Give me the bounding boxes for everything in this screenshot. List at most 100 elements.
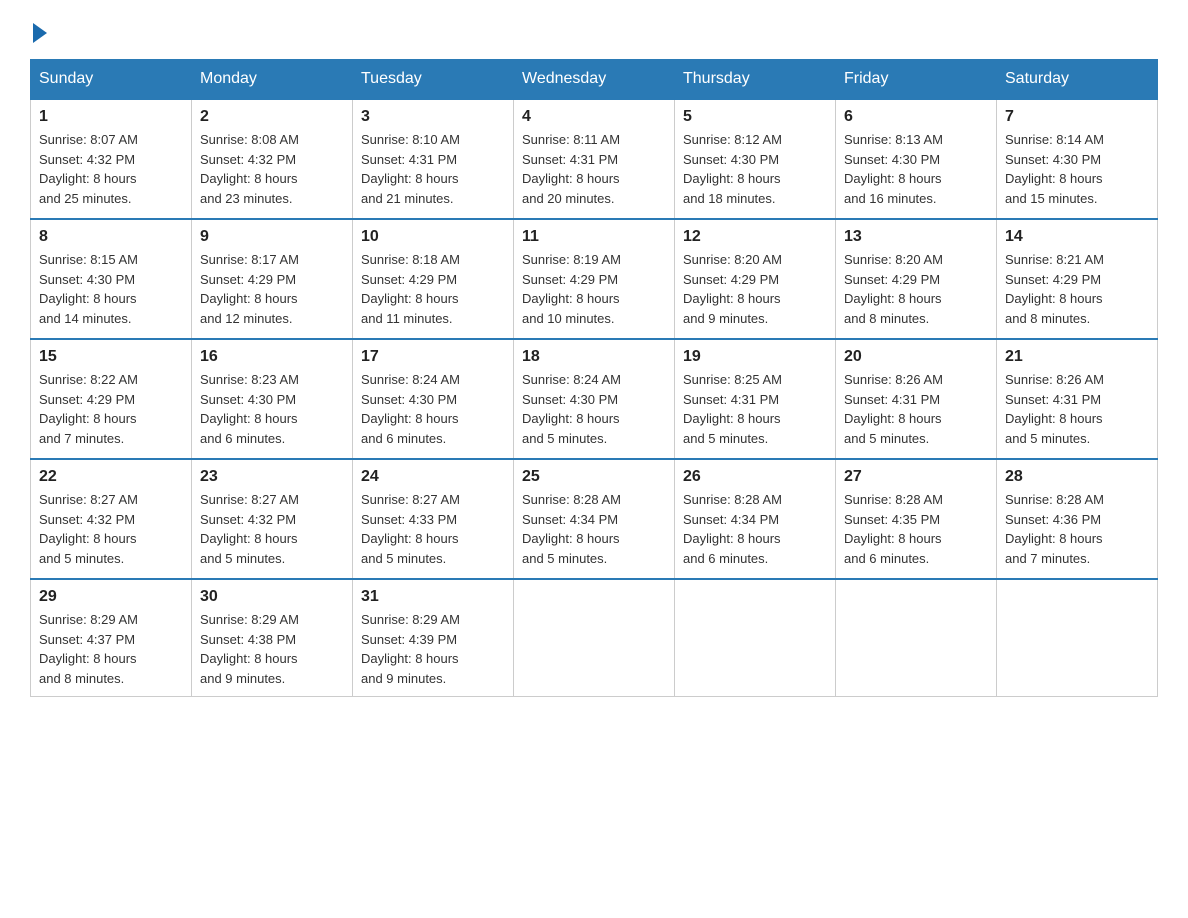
day-detail: Sunrise: 8:24 AM Sunset: 4:30 PM Dayligh… [361,370,505,448]
day-number: 17 [361,348,505,366]
day-number: 22 [39,468,183,486]
day-detail: Sunrise: 8:21 AM Sunset: 4:29 PM Dayligh… [1005,250,1149,328]
day-cell: 18 Sunrise: 8:24 AM Sunset: 4:30 PM Dayli… [514,339,675,459]
day-number: 15 [39,348,183,366]
day-detail: Sunrise: 8:14 AM Sunset: 4:30 PM Dayligh… [1005,130,1149,208]
day-detail: Sunrise: 8:29 AM Sunset: 4:38 PM Dayligh… [200,610,344,688]
day-cell: 21 Sunrise: 8:26 AM Sunset: 4:31 PM Dayli… [997,339,1158,459]
day-number: 1 [39,108,183,126]
day-detail: Sunrise: 8:12 AM Sunset: 4:30 PM Dayligh… [683,130,827,208]
day-number: 30 [200,588,344,606]
day-number: 9 [200,228,344,246]
day-detail: Sunrise: 8:29 AM Sunset: 4:37 PM Dayligh… [39,610,183,688]
day-detail: Sunrise: 8:26 AM Sunset: 4:31 PM Dayligh… [844,370,988,448]
week-row-1: 1 Sunrise: 8:07 AM Sunset: 4:32 PM Daylig… [31,99,1158,219]
header-saturday: Saturday [997,60,1158,100]
day-cell: 16 Sunrise: 8:23 AM Sunset: 4:30 PM Dayli… [192,339,353,459]
header-friday: Friday [836,60,997,100]
day-cell: 19Sunrise: 8:25 AM Sunset: 4:31 PM Dayli… [675,339,836,459]
header-tuesday: Tuesday [353,60,514,100]
day-cell: 28 Sunrise: 8:28 AM Sunset: 4:36 PM Dayli… [997,459,1158,579]
day-number: 31 [361,588,505,606]
day-cell: 17 Sunrise: 8:24 AM Sunset: 4:30 PM Dayli… [353,339,514,459]
day-cell: 5Sunrise: 8:12 AM Sunset: 4:30 PM Daylig… [675,99,836,219]
day-cell: 27Sunrise: 8:28 AM Sunset: 4:35 PM Dayli… [836,459,997,579]
day-cell: 25 Sunrise: 8:28 AM Sunset: 4:34 PM Dayli… [514,459,675,579]
day-number: 4 [522,108,666,126]
day-detail: Sunrise: 8:13 AM Sunset: 4:30 PM Dayligh… [844,130,988,208]
week-row-3: 15 Sunrise: 8:22 AM Sunset: 4:29 PM Dayli… [31,339,1158,459]
day-cell [997,579,1158,697]
day-cell: 29 Sunrise: 8:29 AM Sunset: 4:37 PM Dayli… [31,579,192,697]
day-detail: Sunrise: 8:28 AM Sunset: 4:36 PM Dayligh… [1005,490,1149,568]
day-cell: 4 Sunrise: 8:11 AM Sunset: 4:31 PM Daylig… [514,99,675,219]
day-cell: 2 Sunrise: 8:08 AM Sunset: 4:32 PM Daylig… [192,99,353,219]
day-number: 27 [844,468,988,486]
week-row-4: 22 Sunrise: 8:27 AM Sunset: 4:32 PM Dayli… [31,459,1158,579]
day-detail: Sunrise: 8:22 AM Sunset: 4:29 PM Dayligh… [39,370,183,448]
header-sunday: Sunday [31,60,192,100]
week-row-2: 8 Sunrise: 8:15 AM Sunset: 4:30 PM Daylig… [31,219,1158,339]
day-cell: 6 Sunrise: 8:13 AM Sunset: 4:30 PM Daylig… [836,99,997,219]
day-cell [514,579,675,697]
day-cell: 23Sunrise: 8:27 AM Sunset: 4:32 PM Dayli… [192,459,353,579]
day-cell: 30 Sunrise: 8:29 AM Sunset: 4:38 PM Dayli… [192,579,353,697]
day-number: 10 [361,228,505,246]
day-number: 3 [361,108,505,126]
day-detail: Sunrise: 8:26 AM Sunset: 4:31 PM Dayligh… [1005,370,1149,448]
day-cell: 26 Sunrise: 8:28 AM Sunset: 4:34 PM Dayli… [675,459,836,579]
day-cell: 3Sunrise: 8:10 AM Sunset: 4:31 PM Daylig… [353,99,514,219]
day-cell [675,579,836,697]
header-wednesday: Wednesday [514,60,675,100]
day-number: 29 [39,588,183,606]
day-detail: Sunrise: 8:17 AM Sunset: 4:29 PM Dayligh… [200,250,344,328]
week-row-5: 29 Sunrise: 8:29 AM Sunset: 4:37 PM Dayli… [31,579,1158,697]
day-number: 16 [200,348,344,366]
day-number: 26 [683,468,827,486]
day-detail: Sunrise: 8:25 AM Sunset: 4:31 PM Dayligh… [683,370,827,448]
day-number: 24 [361,468,505,486]
day-cell [836,579,997,697]
logo [30,20,47,39]
day-detail: Sunrise: 8:20 AM Sunset: 4:29 PM Dayligh… [844,250,988,328]
day-detail: Sunrise: 8:07 AM Sunset: 4:32 PM Dayligh… [39,130,183,208]
day-cell: 22 Sunrise: 8:27 AM Sunset: 4:32 PM Dayli… [31,459,192,579]
day-cell: 1 Sunrise: 8:07 AM Sunset: 4:32 PM Daylig… [31,99,192,219]
day-detail: Sunrise: 8:27 AM Sunset: 4:32 PM Dayligh… [39,490,183,568]
day-cell: 14 Sunrise: 8:21 AM Sunset: 4:29 PM Dayli… [997,219,1158,339]
day-number: 20 [844,348,988,366]
day-cell: 20 Sunrise: 8:26 AM Sunset: 4:31 PM Dayli… [836,339,997,459]
calendar-table: SundayMondayTuesdayWednesdayThursdayFrid… [30,59,1158,697]
day-detail: Sunrise: 8:28 AM Sunset: 4:34 PM Dayligh… [683,490,827,568]
day-number: 12 [683,228,827,246]
day-detail: Sunrise: 8:11 AM Sunset: 4:31 PM Dayligh… [522,130,666,208]
day-detail: Sunrise: 8:27 AM Sunset: 4:33 PM Dayligh… [361,490,505,568]
day-number: 7 [1005,108,1149,126]
day-number: 14 [1005,228,1149,246]
header-row: SundayMondayTuesdayWednesdayThursdayFrid… [31,60,1158,100]
day-detail: Sunrise: 8:18 AM Sunset: 4:29 PM Dayligh… [361,250,505,328]
page-header [30,20,1158,39]
day-number: 8 [39,228,183,246]
day-cell: 7 Sunrise: 8:14 AM Sunset: 4:30 PM Daylig… [997,99,1158,219]
day-detail: Sunrise: 8:24 AM Sunset: 4:30 PM Dayligh… [522,370,666,448]
day-number: 2 [200,108,344,126]
day-detail: Sunrise: 8:20 AM Sunset: 4:29 PM Dayligh… [683,250,827,328]
header-monday: Monday [192,60,353,100]
day-number: 28 [1005,468,1149,486]
day-cell: 13Sunrise: 8:20 AM Sunset: 4:29 PM Dayli… [836,219,997,339]
day-detail: Sunrise: 8:08 AM Sunset: 4:32 PM Dayligh… [200,130,344,208]
day-detail: Sunrise: 8:15 AM Sunset: 4:30 PM Dayligh… [39,250,183,328]
calendar-header: SundayMondayTuesdayWednesdayThursdayFrid… [31,60,1158,100]
day-number: 25 [522,468,666,486]
day-cell: 11Sunrise: 8:19 AM Sunset: 4:29 PM Dayli… [514,219,675,339]
day-cell: 8 Sunrise: 8:15 AM Sunset: 4:30 PM Daylig… [31,219,192,339]
day-number: 6 [844,108,988,126]
day-detail: Sunrise: 8:28 AM Sunset: 4:34 PM Dayligh… [522,490,666,568]
day-detail: Sunrise: 8:23 AM Sunset: 4:30 PM Dayligh… [200,370,344,448]
day-number: 18 [522,348,666,366]
day-cell: 9 Sunrise: 8:17 AM Sunset: 4:29 PM Daylig… [192,219,353,339]
day-cell: 10 Sunrise: 8:18 AM Sunset: 4:29 PM Dayli… [353,219,514,339]
day-number: 21 [1005,348,1149,366]
day-cell: 31Sunrise: 8:29 AM Sunset: 4:39 PM Dayli… [353,579,514,697]
